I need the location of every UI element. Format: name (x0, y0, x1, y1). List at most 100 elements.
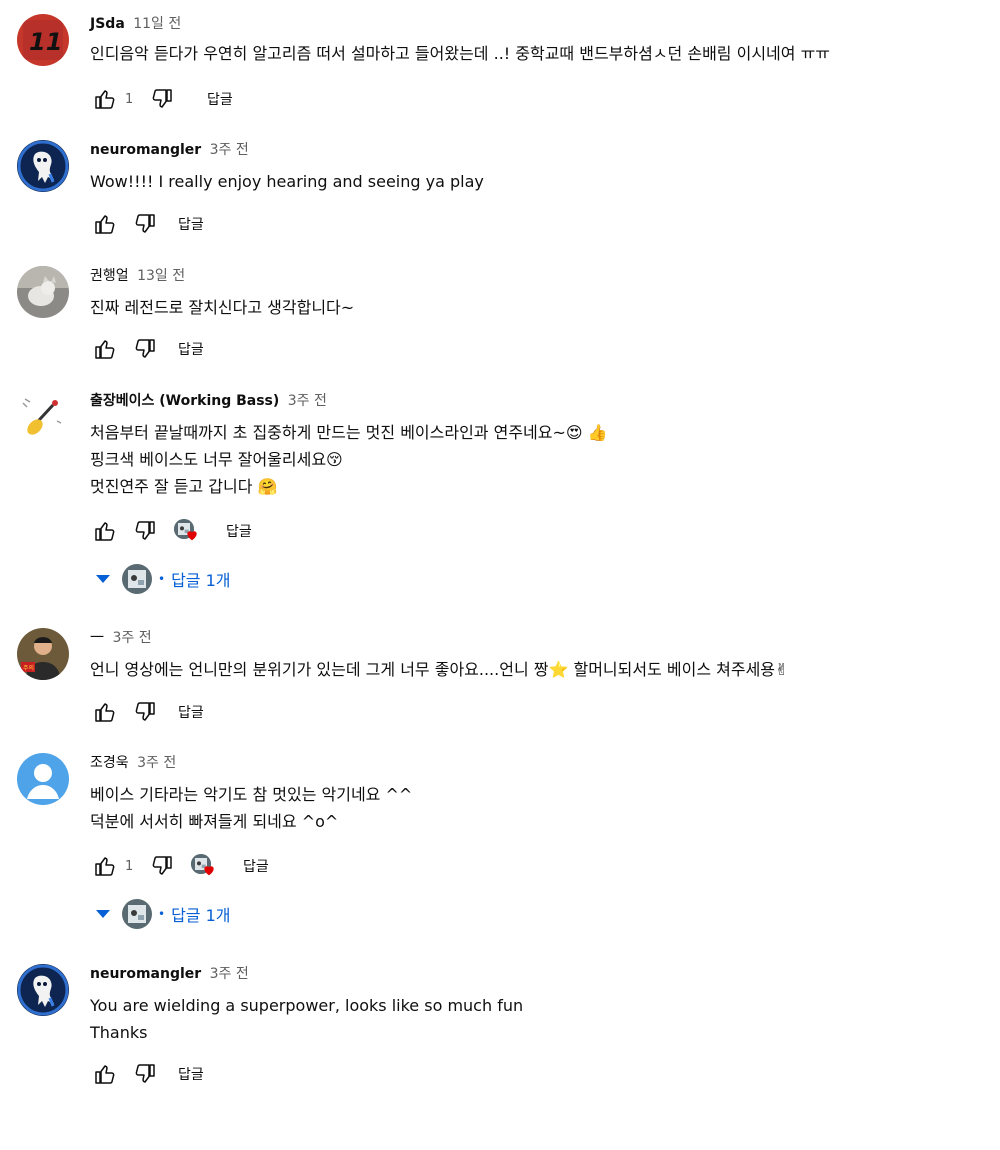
published-time[interactable]: 11일 전 (133, 16, 181, 32)
comment-text: 언니 영상에는 언니만의 분위기가 있는데 그게 너무 좋아요....언니 짱⭐… (90, 656, 1000, 683)
comment-line: Wow!!!! I really enjoy hearing and seein… (90, 172, 484, 191)
author-name[interactable]: neuromangler (90, 966, 201, 982)
reply-button[interactable]: 답글 (178, 702, 204, 722)
author-name[interactable]: neuromangler (90, 142, 201, 158)
thumb-up-icon (92, 854, 116, 878)
comment-line: 덕분에 서서히 빠져들게 되네요 ^o^ (90, 812, 339, 831)
avatar[interactable] (17, 14, 69, 66)
comment-actions: 1 답글 (90, 851, 269, 881)
creator-heart-icon (185, 528, 199, 542)
dislike-button[interactable] (132, 335, 160, 363)
like-button[interactable] (90, 1060, 118, 1088)
avatar[interactable] (17, 391, 69, 443)
comment-line: Thanks (90, 1023, 148, 1042)
creator-heart-badge (174, 519, 202, 543)
thumb-down-icon (134, 337, 158, 361)
thumb-down-icon (151, 87, 175, 111)
comment-actions: 답글 (90, 516, 252, 546)
published-time[interactable]: 3주 전 (210, 142, 249, 158)
reply-button[interactable]: 답글 (178, 339, 204, 359)
comment-header: JSda 11일 전 (90, 14, 1000, 34)
comment-text: 진짜 레전드로 잘치신다고 생각합니다~ (90, 294, 1000, 321)
avatar[interactable] (17, 628, 69, 680)
thumb-down-icon (134, 519, 158, 543)
like-button[interactable] (90, 698, 118, 726)
thumb-down-icon (134, 700, 158, 724)
like-count: 1 (125, 91, 134, 107)
comment-body: JSda 11일 전 인디음악 듣다가 우연히 알고리즘 떠서 설마하고 들어왔… (90, 14, 1000, 67)
comment-body: 출장베이스 (Working Bass) 3주 전 처음부터 끝날때까지 초 집… (90, 391, 1000, 500)
triangle-down-icon (96, 910, 110, 918)
reply-button[interactable]: 답글 (178, 1064, 204, 1084)
avatar[interactable] (17, 964, 69, 1016)
comment-header: neuromangler 3주 전 (90, 140, 1000, 160)
author-name[interactable]: 권행얼 (90, 268, 129, 284)
creator-heart-badge (191, 854, 219, 878)
view-replies-button[interactable]: • 답글 1개 (96, 562, 231, 596)
comment-body: neuromangler 3주 전 Wow!!!! I really enjoy… (90, 140, 1000, 195)
published-time[interactable]: 3주 전 (210, 966, 249, 982)
like-button[interactable] (90, 85, 118, 113)
author-name[interactable]: 조경욱 (90, 755, 129, 771)
comment-line: 베이스 기타라는 악기도 참 멋있는 악기네요 ^^ (90, 785, 413, 804)
published-time[interactable]: 3주 전 (288, 393, 327, 409)
comment-text: 인디음악 듣다가 우연히 알고리즘 떠서 설마하고 들어왔는데 ..! 중학교때… (90, 40, 1000, 67)
published-time[interactable]: 3주 전 (112, 630, 151, 646)
comment-text: 베이스 기타라는 악기도 참 멋있는 악기네요 ^^ 덕분에 서서히 빠져들게 … (90, 781, 1000, 835)
comment-header: 一 3주 전 (90, 628, 1000, 648)
thumb-up-icon (92, 519, 116, 543)
comment-actions: 답글 (90, 1059, 204, 1089)
triangle-down-icon (96, 575, 110, 583)
thumb-up-icon (92, 337, 116, 361)
comment-actions: 답글 (90, 697, 204, 727)
published-time[interactable]: 13일 전 (137, 268, 185, 284)
comment-header: 권행얼 13일 전 (90, 266, 1000, 286)
replies-count-label: 답글 1개 (171, 906, 231, 925)
comment-text: You are wielding a superpower, looks lik… (90, 992, 1000, 1046)
thumb-down-icon (134, 1062, 158, 1086)
thumb-up-icon (92, 87, 116, 111)
separator-dot: • (158, 907, 166, 921)
comment-line: 인디음악 듣다가 우연히 알고리즘 떠서 설마하고 들어왔는데 ..! 중학교때… (90, 44, 831, 63)
comment-body: neuromangler 3주 전 You are wielding a sup… (90, 964, 1000, 1046)
like-button[interactable] (90, 852, 118, 880)
replies-count-label: 답글 1개 (171, 571, 231, 590)
avatar[interactable] (17, 753, 69, 805)
dislike-button[interactable] (132, 698, 160, 726)
like-button[interactable] (90, 335, 118, 363)
like-button[interactable] (90, 210, 118, 238)
reply-avatar (122, 564, 152, 594)
reply-button[interactable]: 답글 (178, 214, 204, 234)
comment-actions: 답글 (90, 334, 204, 364)
comment-header: neuromangler 3주 전 (90, 964, 1000, 984)
author-name[interactable]: 출장베이스 (Working Bass) (90, 393, 279, 409)
author-name[interactable]: 一 (90, 630, 104, 646)
dislike-button[interactable] (149, 852, 177, 880)
view-replies-button[interactable]: • 답글 1개 (96, 897, 231, 931)
avatar[interactable] (17, 266, 69, 318)
dislike-button[interactable] (132, 210, 160, 238)
comment-actions: 1 답글 (90, 84, 233, 114)
reply-avatar (122, 899, 152, 929)
dislike-button[interactable] (132, 517, 160, 545)
author-name[interactable]: JSda (90, 16, 125, 32)
thumb-up-icon (92, 212, 116, 236)
comment-line: 멋진연주 잘 듣고 갑니다 🤗 (90, 477, 278, 496)
reply-button[interactable]: 답글 (243, 856, 269, 876)
comment-body: 一 3주 전 언니 영상에는 언니만의 분위기가 있는데 그게 너무 좋아요..… (90, 628, 1000, 683)
published-time[interactable]: 3주 전 (137, 755, 176, 771)
reply-button[interactable]: 답글 (207, 89, 233, 109)
comment-header: 조경욱 3주 전 (90, 753, 1000, 773)
dislike-button[interactable] (132, 1060, 160, 1088)
separator-dot: • (158, 572, 166, 586)
dislike-button[interactable] (149, 85, 177, 113)
comment-body: 권행얼 13일 전 진짜 레전드로 잘치신다고 생각합니다~ (90, 266, 1000, 321)
comment-body: 조경욱 3주 전 베이스 기타라는 악기도 참 멋있는 악기네요 ^^ 덕분에 … (90, 753, 1000, 835)
thumb-down-icon (134, 212, 158, 236)
thumb-down-icon (151, 854, 175, 878)
comment-line: 핑크색 베이스도 너무 잘어울리세요😚 (90, 450, 343, 469)
reply-button[interactable]: 답글 (226, 521, 252, 541)
comment-line: 처음부터 끝날때까지 초 집중하게 만드는 멋진 베이스라인과 연주네요~😍 👍 (90, 423, 608, 442)
like-button[interactable] (90, 517, 118, 545)
avatar[interactable] (17, 140, 69, 192)
